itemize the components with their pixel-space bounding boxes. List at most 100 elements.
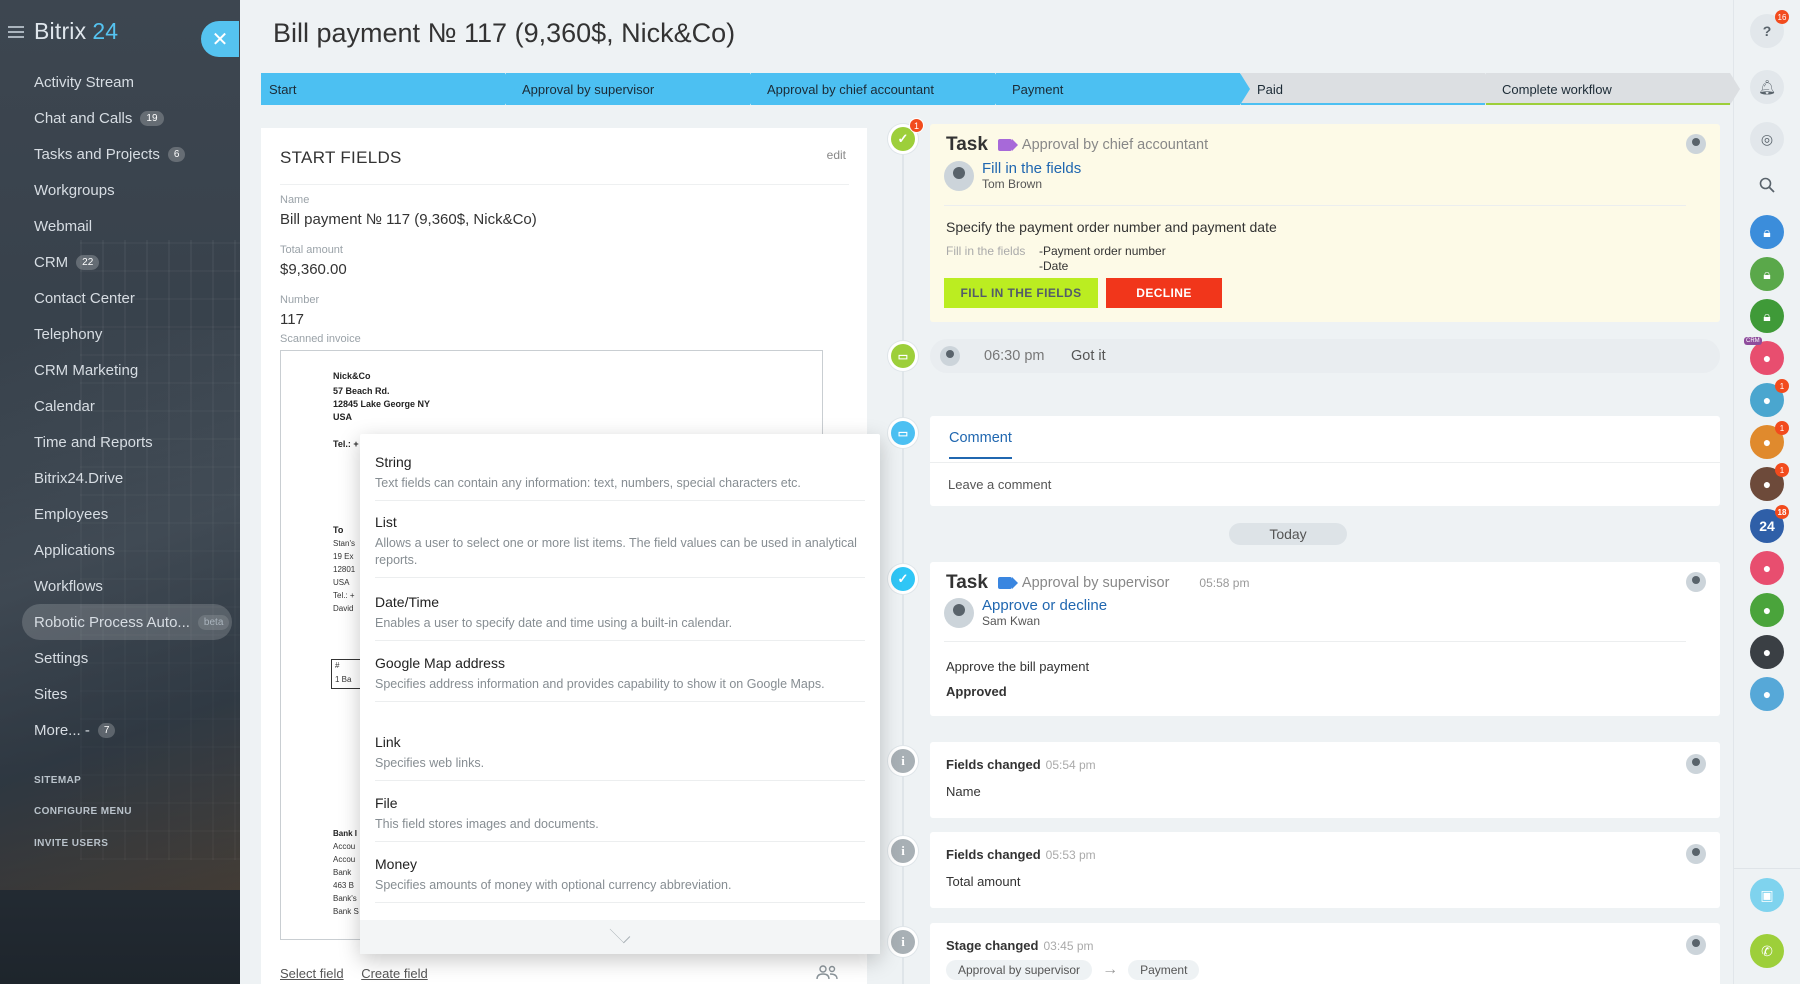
- field-type-option-link[interactable]: Link Specifies web links.: [375, 734, 865, 781]
- info-icon: i: [891, 930, 915, 954]
- option-name: Date/Time: [375, 594, 440, 610]
- sidebar-item-webmail[interactable]: Webmail: [0, 208, 240, 244]
- sidebar-item-workgroups[interactable]: Workgroups: [0, 172, 240, 208]
- sidebar-item-activity-stream[interactable]: Activity Stream: [0, 64, 240, 100]
- task-result: Approved: [946, 684, 1007, 699]
- assignee-name[interactable]: Sam Kwan: [982, 614, 1107, 628]
- select-field-link[interactable]: Select field: [280, 966, 344, 981]
- sidebar-item-rpa[interactable]: Robotic Process Auto... beta: [22, 604, 232, 640]
- sidebar-item-crm-marketing[interactable]: CRM Marketing: [0, 352, 240, 388]
- divider: [1734, 868, 1800, 869]
- help-button[interactable]: ? 16: [1750, 10, 1789, 48]
- lock-icon: 🔒︎: [1763, 265, 1771, 282]
- avatar[interactable]: [1686, 134, 1706, 154]
- approve-or-decline-link[interactable]: Approve or decline: [982, 597, 1107, 614]
- sidebar-item-telephony[interactable]: Telephony: [0, 316, 240, 352]
- lock-chat-button[interactable]: 🔒︎: [1750, 257, 1784, 291]
- field-type-option-list[interactable]: List Allows a user to select one or more…: [375, 514, 865, 578]
- phone-button[interactable]: ✆: [1750, 934, 1784, 968]
- close-slider-button[interactable]: ✕: [201, 21, 239, 57]
- edit-link[interactable]: edit: [827, 148, 846, 162]
- avatar[interactable]: [940, 346, 960, 366]
- assignee-name[interactable]: Tom Brown: [982, 177, 1081, 191]
- sidebar-item-sites[interactable]: Sites: [0, 676, 240, 712]
- sidebar-item-employees[interactable]: Employees: [0, 496, 240, 532]
- stage-complete-workflow[interactable]: Complete workflow: [1486, 73, 1740, 105]
- messages-button[interactable]: ◎: [1750, 122, 1784, 156]
- task-header: Task Approval by supervisor 05:58 pm: [946, 572, 1249, 594]
- brand-logo: Bitrix 24: [34, 18, 119, 44]
- sidebar-item-drive[interactable]: Bitrix24.Drive: [0, 460, 240, 496]
- screen-share-button[interactable]: ▣: [1750, 878, 1784, 912]
- notifications-button[interactable]: 🔔︎: [1750, 70, 1784, 104]
- sidebar-item-chat-and-calls[interactable]: Chat and Calls 19: [0, 100, 240, 136]
- configure-menu-link[interactable]: CONFIGURE MENU: [34, 806, 132, 817]
- avatar[interactable]: [944, 160, 974, 191]
- info-dot: i: [888, 836, 918, 866]
- stage-paid[interactable]: Paid: [1241, 73, 1495, 105]
- sidebar-item-more[interactable]: More... -7: [0, 712, 240, 748]
- brand[interactable]: Bitrix 24: [8, 18, 118, 45]
- users-settings-icon[interactable]: [815, 964, 839, 983]
- field-type-option-file[interactable]: File This field stores images and docume…: [375, 795, 865, 842]
- bell-icon: 🔔︎: [1758, 78, 1776, 95]
- avatar[interactable]: ● 1: [1750, 463, 1789, 501]
- scroll-down-area[interactable]: [360, 920, 880, 954]
- avatar[interactable]: ● 1: [1750, 379, 1789, 417]
- fields-label: Fill in the fields: [946, 244, 1026, 258]
- stage-to: Payment: [1128, 960, 1200, 980]
- field-value-amount: $9,360.00: [280, 261, 347, 278]
- crm-contact-button[interactable]: ● CRM: [1744, 337, 1784, 375]
- sidebar-item-applications[interactable]: Applications: [0, 532, 240, 568]
- stage-start[interactable]: Start: [261, 73, 515, 105]
- date-separator: Today: [1229, 523, 1347, 545]
- avatar[interactable]: [944, 597, 974, 628]
- sidebar-item-settings[interactable]: Settings: [0, 640, 240, 676]
- field-type-option-google-map[interactable]: Google Map address Specifies address inf…: [375, 655, 865, 702]
- stage-approval-chief-accountant[interactable]: Approval by chief accountant: [751, 73, 1005, 105]
- fill-in-fields-button[interactable]: FILL IN THE FIELDS: [944, 278, 1098, 308]
- lock-chat-button[interactable]: 🔒︎: [1750, 299, 1784, 333]
- field-type-dropdown: String Text fields can contain any infor…: [360, 434, 880, 954]
- field-type-option-money[interactable]: Money Specifies amounts of money with op…: [375, 856, 865, 903]
- sidebar-nav: Activity Stream Chat and Calls 19 Tasks a…: [0, 64, 240, 748]
- avatar[interactable]: ●: [1750, 677, 1784, 711]
- sidebar-item-time-and-reports[interactable]: Time and Reports: [0, 424, 240, 460]
- sidebar-item-tasks-and-projects[interactable]: Tasks and Projects 6: [0, 136, 240, 172]
- bitrix24-chat-button[interactable]: 24 18: [1750, 505, 1789, 543]
- sitemap-link[interactable]: SITEMAP: [34, 775, 81, 786]
- stage-approval-supervisor[interactable]: Approval by supervisor: [506, 73, 760, 105]
- stage-payment[interactable]: Payment: [996, 73, 1250, 105]
- avatar[interactable]: [1686, 844, 1706, 864]
- lock-chat-button[interactable]: 🔒︎: [1750, 215, 1784, 249]
- avatar[interactable]: [1686, 754, 1706, 774]
- comment-box: Comment Leave a comment: [930, 416, 1720, 506]
- fill-in-fields-link[interactable]: Fill in the fields: [982, 160, 1081, 177]
- avatar[interactable]: ●: [1750, 635, 1784, 669]
- invite-users-link[interactable]: INVITE USERS: [34, 838, 108, 849]
- invoice-line: #: [335, 661, 340, 670]
- option-name: String: [375, 454, 412, 470]
- menu-icon[interactable]: [8, 25, 24, 38]
- tab-comment[interactable]: Comment: [949, 430, 1012, 459]
- avatar[interactable]: ● 1: [1750, 421, 1789, 459]
- decline-button[interactable]: DECLINE: [1106, 278, 1222, 308]
- avatar[interactable]: ●: [1750, 551, 1784, 585]
- invoice-line: 19 Ex: [333, 552, 354, 561]
- avatar[interactable]: [1686, 572, 1706, 592]
- task-time: 05:58 pm: [1199, 576, 1250, 590]
- search-button[interactable]: [1750, 168, 1784, 202]
- page-title: Bill payment № 117 (9,360$, Nick&Co): [273, 18, 736, 48]
- avatar[interactable]: ●: [1750, 593, 1784, 627]
- comment-input[interactable]: Leave a comment: [948, 477, 1051, 492]
- field-type-option-datetime[interactable]: Date/Time Enables a user to specify date…: [375, 594, 865, 641]
- sidebar-item-calendar[interactable]: Calendar: [0, 388, 240, 424]
- chevron-down-icon: [609, 922, 631, 944]
- create-field-link[interactable]: Create field: [361, 966, 427, 981]
- sidebar-item-contact-center[interactable]: Contact Center: [0, 280, 240, 316]
- field-type-option-string[interactable]: String Text fields can contain any infor…: [375, 454, 865, 501]
- sidebar-item-crm[interactable]: CRM 22: [0, 244, 240, 280]
- avatar[interactable]: [1686, 935, 1706, 955]
- sidebar-item-workflows[interactable]: Workflows: [0, 568, 240, 604]
- user-icon: ●: [1762, 434, 1772, 450]
